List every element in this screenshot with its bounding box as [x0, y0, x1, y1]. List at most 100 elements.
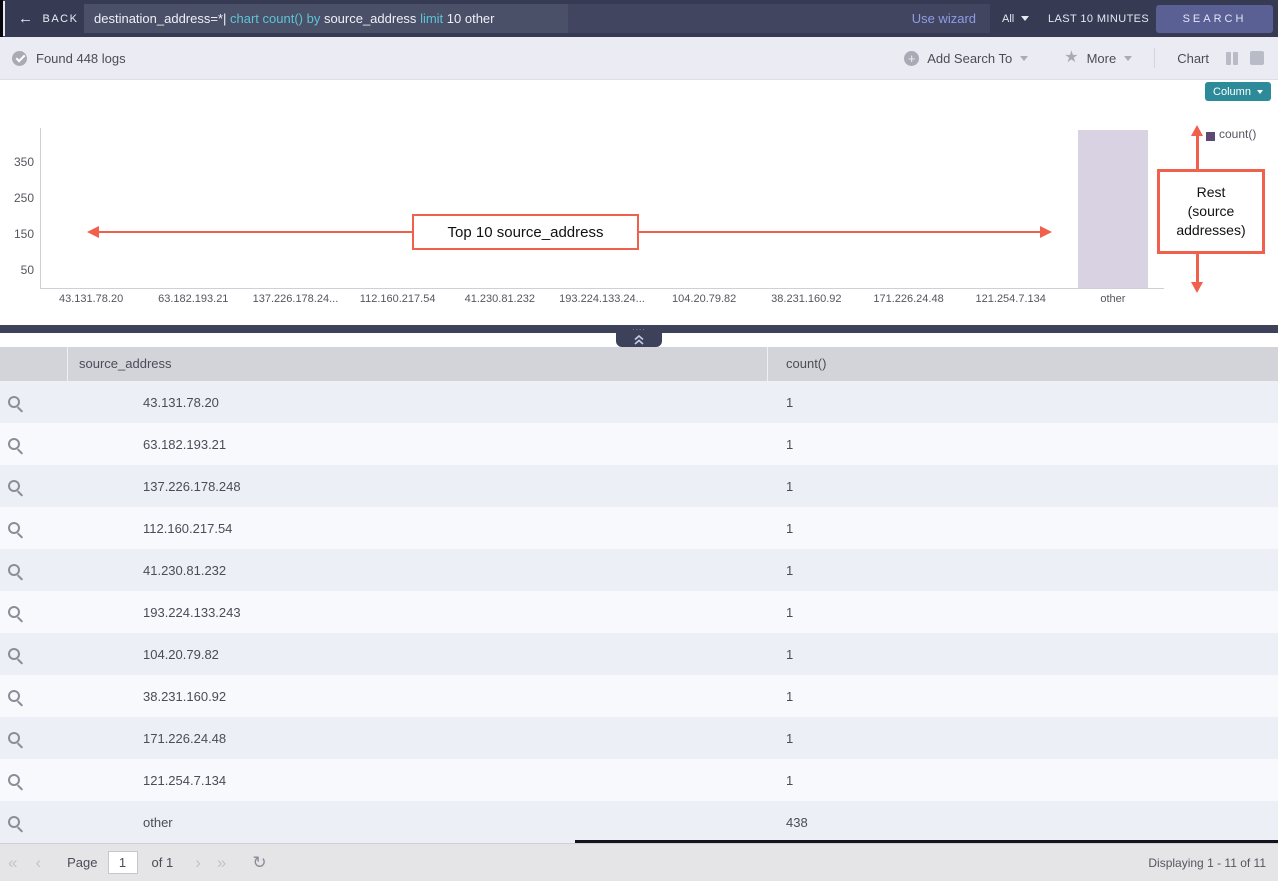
table-row: 137.226.178.2481	[0, 465, 1278, 507]
y-tick-label: 250	[0, 191, 34, 205]
previous-page-button[interactable]: ‹	[35, 854, 41, 871]
chart-panel: Column count() Top 10 source_address Res…	[0, 80, 1278, 325]
chevron-down-icon	[1021, 16, 1029, 21]
annotation-vertical-arrow-up	[1196, 136, 1199, 172]
magnifier-icon[interactable]	[8, 648, 20, 660]
legend-swatch	[1206, 132, 1215, 141]
header-count[interactable]: count()	[768, 347, 1278, 381]
add-search-to-dropdown[interactable]: + Add Search To	[904, 51, 1028, 66]
row-search-cell	[0, 690, 68, 702]
x-tick-label: 63.182.193.21	[142, 293, 244, 305]
row-count: 1	[768, 773, 1278, 788]
row-count: 1	[768, 479, 1278, 494]
magnifier-icon[interactable]	[8, 690, 20, 702]
row-search-cell	[0, 564, 68, 576]
row-source-address: 171.226.24.48	[68, 731, 768, 746]
collapse-chart-button[interactable]	[616, 333, 662, 347]
row-source-address: 121.254.7.134	[68, 773, 768, 788]
scope-value: All	[1002, 13, 1014, 25]
row-search-cell	[0, 438, 68, 450]
row-count: 1	[768, 563, 1278, 578]
x-axis-line	[40, 288, 1164, 289]
row-search-cell	[0, 522, 68, 534]
last-page-button[interactable]: »	[217, 854, 226, 871]
page-number-input[interactable]	[108, 851, 138, 874]
magnifier-icon[interactable]	[8, 732, 20, 744]
row-search-cell	[0, 816, 68, 828]
row-source-address: 104.20.79.82	[68, 647, 768, 662]
table-header: source_address count()	[0, 347, 1278, 381]
grid-view-toggle-icon[interactable]	[1250, 51, 1264, 65]
time-range-value: LAST 10 MINUTES	[1048, 13, 1149, 25]
table-row: 63.182.193.211	[0, 423, 1278, 465]
chart-legend: count()	[1206, 127, 1256, 141]
scope-dropdown[interactable]: All	[1002, 0, 1029, 37]
chevron-down-icon	[1124, 56, 1132, 61]
results-toolbar: Found 448 logs + Add Search To ★ More Ch…	[0, 37, 1278, 80]
row-search-cell	[0, 396, 68, 408]
table-row: 41.230.81.2321	[0, 549, 1278, 591]
chevron-down-icon	[1020, 56, 1028, 61]
x-tick-label: 43.131.78.20	[40, 293, 142, 305]
row-source-address: 63.182.193.21	[68, 437, 768, 452]
search-button[interactable]: SEARCH	[1156, 5, 1273, 33]
magnifier-icon[interactable]	[8, 774, 20, 786]
chart-bar[interactable]	[1078, 130, 1148, 288]
table-row: 104.20.79.821	[0, 633, 1278, 675]
annotation-arrowhead-right	[1040, 226, 1052, 238]
use-wizard-link[interactable]: Use wizard	[912, 11, 976, 26]
pagination-footer: « ‹ Page of 1 › » ↻ Displaying 1 - 11 of…	[0, 843, 1278, 881]
panel-splitter[interactable]: ....	[0, 325, 1278, 333]
window-edge-highlight	[3, 1, 5, 36]
header-icon-column	[0, 347, 68, 381]
search-status: Found 448 logs	[12, 51, 126, 66]
magnifier-icon[interactable]	[8, 564, 20, 576]
query-segment-keyword: chart count()	[230, 11, 307, 26]
magnifier-icon[interactable]	[8, 480, 20, 492]
row-search-cell	[0, 732, 68, 744]
check-circle-icon	[12, 51, 27, 66]
chart-view-toggle-icon[interactable]	[1225, 51, 1240, 66]
row-search-cell	[0, 606, 68, 618]
x-tick-label: 193.224.133.24...	[551, 293, 653, 305]
first-page-button[interactable]: «	[8, 854, 17, 871]
row-search-cell	[0, 480, 68, 492]
next-page-button[interactable]: ›	[195, 854, 201, 871]
x-tick-label: 104.20.79.82	[653, 293, 755, 305]
back-button[interactable]: ← BACK	[18, 0, 78, 37]
chart-type-selector[interactable]: Column	[1205, 82, 1271, 101]
row-count: 1	[768, 731, 1278, 746]
results-table-body: 43.131.78.20163.182.193.211137.226.178.2…	[0, 381, 1278, 843]
magnifier-icon[interactable]	[8, 816, 20, 828]
search-query-input[interactable]: destination_address=*| chart count() by …	[84, 4, 568, 33]
annotation-rest-box: Rest (source addresses)	[1157, 169, 1265, 254]
status-text: Found 448 logs	[36, 51, 126, 66]
time-range-dropdown[interactable]: LAST 10 MINUTES	[1048, 0, 1164, 37]
header-source-address[interactable]: source_address	[68, 347, 768, 381]
annotation-arrowhead-up	[1191, 125, 1203, 136]
query-segment-plain: source_address	[324, 11, 420, 26]
star-icon: ★	[1064, 50, 1078, 66]
row-source-address: 137.226.178.248	[68, 479, 768, 494]
refresh-icon[interactable]: ↻	[252, 854, 266, 871]
table-row: 43.131.78.201	[0, 381, 1278, 423]
add-search-to-label: Add Search To	[927, 51, 1012, 66]
double-chevron-up-icon	[633, 335, 645, 345]
magnifier-icon[interactable]	[8, 522, 20, 534]
toolbar-divider	[1154, 48, 1155, 68]
row-count: 1	[768, 521, 1278, 536]
plus-circle-icon: +	[904, 51, 919, 66]
x-tick-label: 121.254.7.134	[960, 293, 1062, 305]
magnifier-icon[interactable]	[8, 606, 20, 618]
displaying-status: Displaying 1 - 11 of 11	[1148, 856, 1266, 870]
annotation-top10-box: Top 10 source_address	[412, 214, 639, 250]
more-dropdown[interactable]: ★ More	[1064, 50, 1132, 66]
query-segment-keyword: by	[307, 11, 324, 26]
x-tick-label: 38.231.160.92	[755, 293, 857, 305]
page-label: Page	[67, 855, 97, 870]
magnifier-icon[interactable]	[8, 438, 20, 450]
magnifier-icon[interactable]	[8, 396, 20, 408]
chevron-down-icon	[1257, 90, 1263, 94]
page-of-label: of 1	[152, 855, 174, 870]
row-source-address: 43.131.78.20	[68, 395, 768, 410]
